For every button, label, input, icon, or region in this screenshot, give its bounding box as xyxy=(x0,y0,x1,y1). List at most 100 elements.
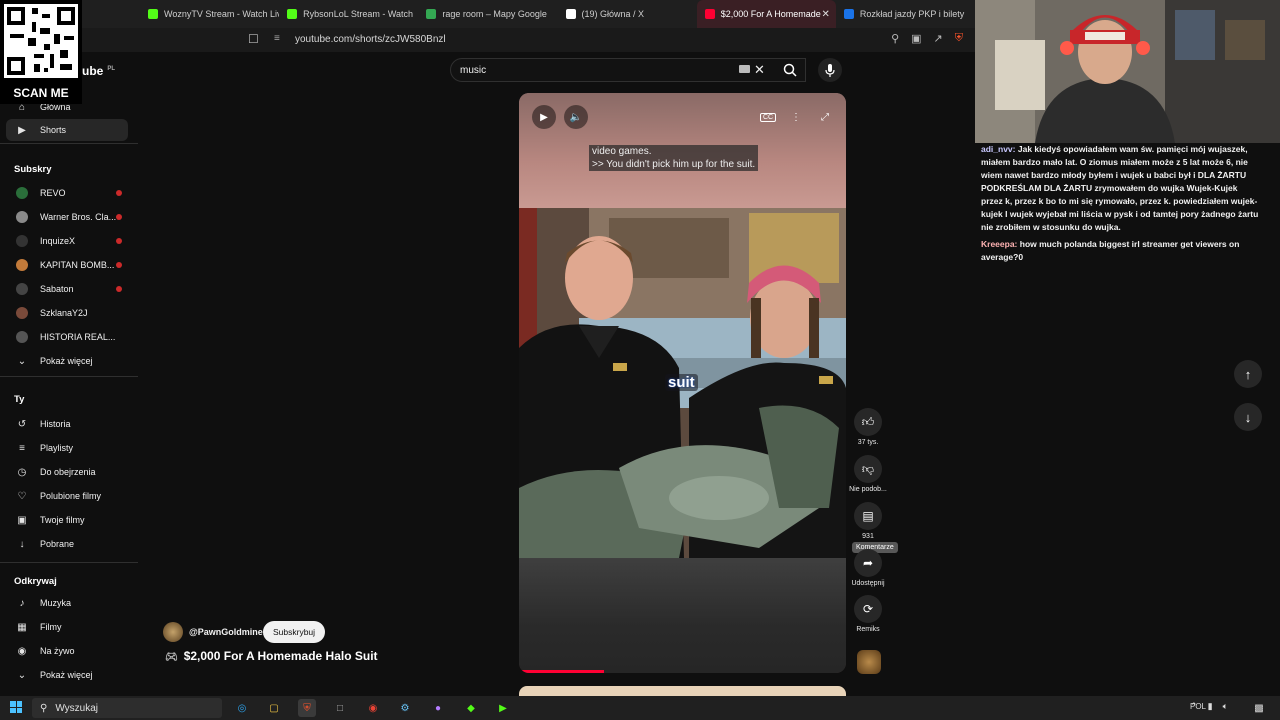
sidebar-item[interactable]: ⌄ Pokaż więcej xyxy=(6,664,128,686)
bookmark-icon[interactable]: ☐ xyxy=(248,32,262,48)
sidebar-item-label: Playlisty xyxy=(40,443,74,453)
share-button[interactable]: ➦ xyxy=(854,549,882,577)
explore-heading[interactable]: Odkrywaj xyxy=(14,576,57,587)
file-explorer-icon[interactable]: ▢ xyxy=(265,699,283,717)
remix-label: Remiks xyxy=(856,626,880,633)
sidebar-item[interactable]: HISTORIA REAL... xyxy=(6,326,128,348)
browser-tab[interactable]: $2,000 For A Homemade ✕ xyxy=(696,0,836,28)
comments-action[interactable]: ▤ 931 xyxy=(854,502,882,540)
sidebar-item[interactable]: ↓ Pobrane xyxy=(6,533,128,555)
browser-tab[interactable]: WoznyTV Stream - Watch Live xyxy=(140,0,279,28)
fullscreen-button[interactable]: ⤢ xyxy=(813,105,837,129)
zoom-icon[interactable]: ⚲ xyxy=(891,32,899,45)
sidebar-item[interactable]: Sabaton xyxy=(6,278,128,300)
chrome-icon[interactable]: ◉ xyxy=(364,699,382,717)
obs-icon[interactable]: ● xyxy=(429,699,447,717)
dislike-button[interactable]: 👎︎ xyxy=(854,455,882,483)
sidebar-item[interactable]: Warner Bros. Cla... xyxy=(6,206,128,228)
channel-name[interactable]: @PawnGoldmine1 xyxy=(189,627,268,637)
browser-tab[interactable]: (19) Główna / X xyxy=(558,0,697,28)
browser-tab[interactable]: Rozkład jazdy PKP i bilety xyxy=(836,0,975,28)
windows-start-icon[interactable] xyxy=(10,701,22,713)
speaker-icon[interactable]: 🔈︎ xyxy=(1223,701,1228,712)
voice-search-button[interactable] xyxy=(818,58,842,82)
sidebar-item[interactable]: SzklanaY2J xyxy=(6,302,128,324)
edge-icon[interactable]: ◎ xyxy=(233,699,251,717)
burned-in-subtitle: suit xyxy=(665,374,698,391)
volume-button[interactable]: 🔈 xyxy=(564,105,588,129)
tab-label: $2,000 For A Homemade xyxy=(720,9,821,19)
tab-close-icon[interactable]: ✕ xyxy=(821,9,829,20)
brave-shield-icon[interactable]: ⛨ xyxy=(955,32,963,45)
channel-thumbnail[interactable] xyxy=(857,650,881,674)
tab-favicon-icon xyxy=(426,9,437,19)
notifications-icon[interactable]: ▩ xyxy=(1250,699,1268,717)
sidebar-item[interactable]: ♪ Muzyka xyxy=(6,592,128,614)
sidebar-item[interactable]: ≡ Playlisty xyxy=(6,437,128,459)
sidebar-item[interactable]: REVO xyxy=(6,182,128,204)
microphone-tray-icon[interactable]: ▮ xyxy=(1208,701,1213,712)
sidebar-divider xyxy=(0,143,138,144)
browser-tab[interactable]: rage room – Mapy Google xyxy=(418,0,557,28)
sidebar-item-label: HISTORIA REAL... xyxy=(40,332,116,342)
remix-button[interactable]: ⟳ xyxy=(854,595,882,623)
more-options-button[interactable]: ⋮ xyxy=(784,105,808,129)
sidebar-item[interactable]: ▶ Shorts xyxy=(6,119,128,141)
dislike-action[interactable]: 👎︎ Nie podob... xyxy=(849,455,887,493)
qr-code-overlay: SCAN ME xyxy=(0,0,82,104)
cast-icon[interactable]: ▣ xyxy=(911,32,921,45)
sidebar-item-label: Sabaton xyxy=(40,284,74,294)
steam-icon[interactable]: ⚙ xyxy=(396,699,414,717)
video-progress-bar[interactable] xyxy=(519,670,605,673)
subscriptions-heading[interactable]: Subskry xyxy=(14,164,52,175)
url-field[interactable]: youtube.com/shorts/zcJW580Bnzl xyxy=(295,34,446,45)
sidebar-item[interactable]: ◷ Do obejrzenia xyxy=(6,461,128,483)
youtube-logo[interactable]: ube PL xyxy=(82,64,115,78)
sidebar-item[interactable]: ◉ Na żywo xyxy=(6,640,128,662)
play-button[interactable]: ▶ xyxy=(532,105,556,129)
search-button[interactable] xyxy=(776,58,804,82)
input-language[interactable]: POL xyxy=(1190,702,1206,711)
next-short-button[interactable]: ↓ xyxy=(1234,403,1262,431)
store-icon[interactable]: □ xyxy=(331,699,349,717)
keyboard-icon[interactable] xyxy=(739,65,750,73)
brave-icon[interactable]: ⛨ xyxy=(298,699,316,717)
browser-tab[interactable]: RybsonLoL Stream - Watch xyxy=(279,0,418,28)
site-info-icon[interactable]: ≡ xyxy=(274,33,280,44)
taskbar-search[interactable]: ⚲ Wyszukaj xyxy=(32,698,222,718)
kick-icon[interactable]: ◆ xyxy=(462,699,480,717)
captions-button[interactable]: CC xyxy=(756,105,780,129)
video-title[interactable]: 🎮︎ $2,000 For A Homemade Halo Suit xyxy=(165,649,378,663)
sidebar-item[interactable]: ▦ Filmy xyxy=(6,616,128,638)
clear-search-icon[interactable]: ✕ xyxy=(754,62,765,78)
sidebar-item[interactable]: ♡ Polubione filmy xyxy=(6,485,128,507)
comments-button[interactable]: ▤ xyxy=(854,502,882,530)
chat-username[interactable]: Kreeepa: xyxy=(981,239,1017,249)
sidebar-item-label: Do obejrzenia xyxy=(40,467,96,477)
channel-avatar xyxy=(16,187,28,199)
like-button[interactable]: 👍︎ xyxy=(854,408,882,436)
share-action[interactable]: ➦ Udostępnij xyxy=(851,549,885,587)
media-player-icon[interactable]: ▶ xyxy=(494,699,512,717)
remix-action[interactable]: ⟳ Remiks xyxy=(854,595,882,633)
subscribe-button[interactable]: Subskrybuj xyxy=(263,621,326,643)
like-action[interactable]: 👍︎ 37 tys. xyxy=(854,408,882,446)
share-icon[interactable]: ↗ xyxy=(934,32,943,45)
tab-favicon-icon xyxy=(565,9,576,19)
chat-username[interactable]: adi_nvv: xyxy=(981,144,1016,154)
sidebar-item-label: Muzyka xyxy=(40,598,72,608)
sidebar-item[interactable]: ▣ Twoje filmy xyxy=(6,509,128,531)
shorts-video-player[interactable]: ▶ 🔈 CC ⋮ ⤢ video games. >> You didn't pi… xyxy=(519,93,846,673)
thumbs-down-icon: 👎︎ xyxy=(861,461,875,476)
sidebar-divider xyxy=(0,376,138,377)
channel-avatar[interactable] xyxy=(163,622,183,642)
previous-short-button[interactable]: ↑ xyxy=(1234,360,1262,388)
sidebar-item[interactable]: ↺ Historia xyxy=(6,413,128,435)
sidebar-item-label: Twoje filmy xyxy=(40,515,85,525)
you-heading[interactable]: Ty xyxy=(14,394,24,405)
sidebar-item[interactable]: KAPITAN BOMB... xyxy=(6,254,128,276)
next-video-preview[interactable] xyxy=(519,686,846,696)
search-input[interactable]: music xyxy=(450,58,806,82)
sidebar-item[interactable]: InquizeX xyxy=(6,230,128,252)
sidebar-item[interactable]: ⌄ Pokaż więcej xyxy=(6,350,128,372)
